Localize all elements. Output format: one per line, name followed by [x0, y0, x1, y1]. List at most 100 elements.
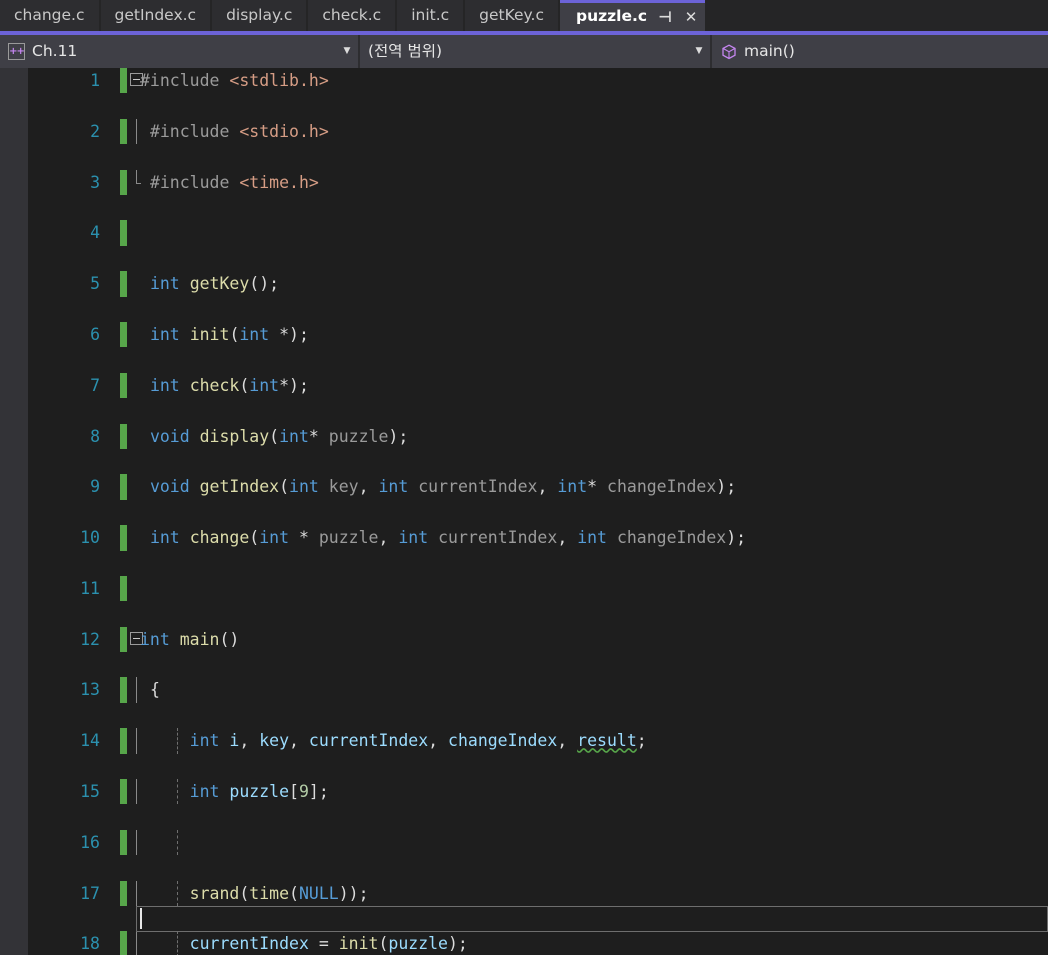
code-line[interactable]: 2 #include <stdio.h>: [28, 118, 1048, 145]
member-dropdown-value: main(): [744, 43, 795, 60]
code-text: {: [149, 680, 160, 700]
text-caret: [140, 908, 142, 929]
line-number: 7: [90, 375, 100, 395]
unused-variable-warning: result: [577, 731, 637, 751]
code-line[interactable]: 17 srand(time(NULL));: [28, 880, 1048, 907]
change-bar: [120, 220, 127, 246]
chevron-down-icon[interactable]: ▼: [688, 47, 710, 56]
code-line[interactable]: 14 int i, key, currentIndex, changeIndex…: [28, 728, 1048, 754]
fold-guide-line: [136, 931, 137, 955]
code-line[interactable]: 7 int check(int*);: [28, 372, 1048, 399]
code-text: int change(int * puzzle, int currentInde…: [149, 528, 747, 548]
tab-init-c[interactable]: init.c: [397, 0, 466, 31]
change-bar: [120, 880, 127, 907]
line-number: 10: [80, 528, 100, 548]
selection-margin[interactable]: [0, 68, 28, 955]
line-number: 17: [80, 883, 100, 903]
line-number: 11: [80, 578, 100, 598]
code-text: int puzzle[9];: [189, 782, 329, 802]
tab-label: display.c: [226, 5, 293, 24]
change-bar: [120, 525, 127, 551]
project-dropdown[interactable]: ++ Ch.11 ▼: [0, 35, 360, 68]
change-bar: [120, 372, 127, 399]
tab-check-c[interactable]: check.c: [308, 0, 398, 31]
change-bar: [120, 118, 127, 145]
member-dropdown[interactable]: main(): [712, 35, 1048, 68]
scope-dropdown[interactable]: (전역 범위) ▼: [360, 35, 712, 68]
code-line[interactable]: 12 int main(): [28, 626, 1048, 653]
line-number: 1: [90, 71, 100, 90]
line-number: 2: [90, 121, 100, 141]
fold-margin[interactable]: [128, 829, 150, 856]
line-number: 6: [90, 324, 100, 344]
change-bar: [120, 474, 127, 500]
code-line[interactable]: 5 int getKey();: [28, 271, 1048, 297]
code-text: int main(): [140, 629, 240, 649]
code-text: void display(int* puzzle);: [149, 426, 409, 446]
tab-getkey-c[interactable]: getKey.c: [465, 0, 560, 31]
line-number: 5: [90, 274, 100, 294]
tab-puzzle-c-active[interactable]: puzzle.c ⊣ ✕: [559, 0, 706, 31]
current-line-highlight: [136, 906, 1048, 932]
line-number: 15: [80, 782, 100, 802]
code-line[interactable]: 18 currentIndex = init(puzzle);: [28, 931, 1048, 955]
code-line[interactable]: 1 #include <stdlib.h>: [28, 68, 1048, 94]
code-line[interactable]: 3 #include <time.h>: [28, 169, 1048, 195]
change-bar: [120, 931, 127, 955]
code-line[interactable]: 11: [28, 575, 1048, 602]
line-number: 18: [80, 934, 100, 954]
code-line[interactable]: 4: [28, 220, 1048, 246]
tab-getindex-c[interactable]: getIndex.c: [100, 0, 213, 31]
close-icon[interactable]: ✕: [683, 9, 699, 25]
code-editor[interactable]: 1 #include <stdlib.h> 2 #include <stdio.…: [0, 68, 1048, 955]
tab-label: puzzle.c: [575, 7, 648, 26]
change-bar: [120, 728, 127, 754]
code-line[interactable]: 13 {: [28, 677, 1048, 703]
tab-label: check.c: [322, 5, 382, 24]
project-dropdown-value: Ch.11: [32, 43, 78, 60]
code-text: #include <stdio.h>: [149, 121, 329, 141]
tab-actions: ⊣ ✕: [657, 9, 699, 25]
change-bar: [120, 626, 127, 653]
method-cube-icon: [720, 43, 738, 61]
code-surface[interactable]: 1 #include <stdlib.h> 2 #include <stdio.…: [28, 68, 1048, 955]
change-bar: [120, 423, 127, 449]
code-line[interactable]: 16: [28, 829, 1048, 856]
scope-dropdown-value: (전역 범위): [368, 43, 443, 60]
indent-guide: [177, 829, 179, 856]
fold-guide-line: [136, 829, 137, 856]
line-number: 8: [90, 426, 100, 446]
editor-navigation-bar: ++ Ch.11 ▼ (전역 범위) ▼ main(): [0, 35, 1048, 68]
change-bar: [120, 779, 127, 805]
tab-display-c[interactable]: display.c: [212, 0, 309, 31]
tab-label: getIndex.c: [114, 5, 197, 24]
tab-label: init.c: [411, 5, 450, 24]
tab-change-c[interactable]: change.c: [0, 0, 101, 31]
line-number: 14: [80, 731, 100, 751]
code-line[interactable]: 15 int puzzle[9];: [28, 779, 1048, 805]
pin-icon[interactable]: ⊣: [657, 9, 673, 25]
fold-guide-line: [136, 880, 137, 907]
line-number: 9: [90, 477, 100, 497]
line-number: 12: [80, 629, 100, 649]
code-text: #include <stdlib.h>: [140, 71, 329, 90]
change-bar: [120, 271, 127, 297]
code-text: int init(int *);: [149, 324, 309, 344]
chevron-down-icon[interactable]: ▼: [336, 47, 358, 56]
code-text: void getIndex(int key, int currentIndex,…: [149, 477, 737, 497]
line-number: 4: [90, 223, 100, 243]
change-bar: [120, 321, 127, 348]
change-bar: [120, 829, 127, 856]
tab-label: getKey.c: [479, 5, 544, 24]
code-line[interactable]: 10 int change(int * puzzle, int currentI…: [28, 525, 1048, 551]
code-line[interactable]: 6 int init(int *);: [28, 321, 1048, 348]
code-line[interactable]: 9 void getIndex(int key, int currentInde…: [28, 474, 1048, 500]
line-number: 13: [80, 680, 100, 700]
change-bar: [120, 575, 127, 602]
fold-guide-line: [136, 677, 137, 703]
editor-tab-bar: change.c getIndex.c display.c check.c in…: [0, 0, 1048, 31]
code-text: int i, key, currentIndex, changeIndex, r…: [189, 731, 647, 751]
code-line[interactable]: 8 void display(int* puzzle);: [28, 423, 1048, 449]
change-bar: [120, 677, 127, 703]
tab-label: change.c: [14, 5, 85, 24]
